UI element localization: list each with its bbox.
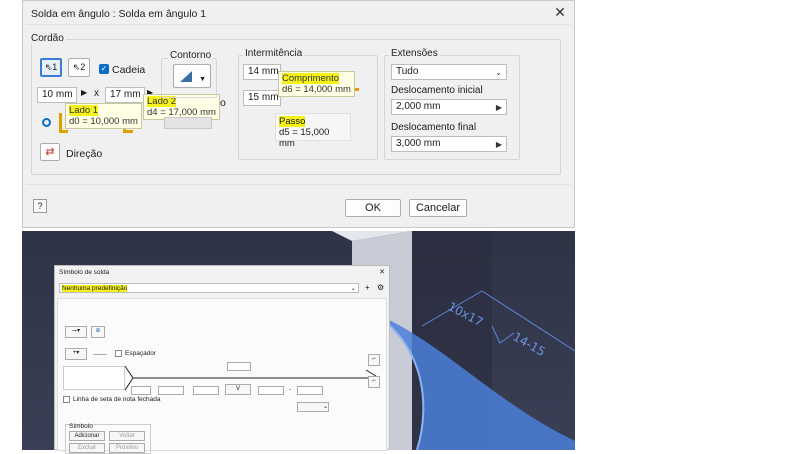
chevron-down-icon: ▼ xyxy=(199,76,206,83)
ok-button[interactable]: OK xyxy=(345,199,401,217)
start-offset-input[interactable]: 2,000 mm ▶ xyxy=(391,99,507,115)
close-icon[interactable]: ✕ xyxy=(552,3,568,21)
symbol-group-label: Símbolo xyxy=(69,423,93,430)
contour-dropdown[interactable]: ▼ xyxy=(173,64,211,88)
arrow-right-icon[interactable]: ▶ xyxy=(496,138,502,152)
annotation-interval: 14-15 xyxy=(511,329,548,359)
tooltip-comprimento-value: d6 = 14,000 mm xyxy=(282,84,351,95)
direction-label: Direção xyxy=(66,148,103,160)
divider-line xyxy=(93,354,107,355)
dash-label: - xyxy=(289,386,292,393)
symbol-dialog-title: Símbolo de solda xyxy=(59,269,110,276)
tail-button-lower[interactable]: ⌐ xyxy=(368,376,380,388)
passo-box: Passo d5 = 15,000 mm xyxy=(275,113,351,149)
start-offset-label: Deslocamento inicial xyxy=(391,85,483,96)
cordao-label: Cordão xyxy=(29,33,66,44)
symbol-button[interactable]: V xyxy=(225,384,251,395)
note-box[interactable] xyxy=(63,366,125,390)
help-icon[interactable]: ? xyxy=(33,199,47,213)
hidden-button[interactable] xyxy=(164,117,212,129)
add-button[interactable]: Adicionar xyxy=(69,431,105,441)
weld-symbol-dialog: Símbolo de solda ✕ Nenhuma predefinição … xyxy=(54,265,390,454)
arrow-line-checkbox[interactable] xyxy=(63,396,70,403)
pitch-input[interactable]: 15 mm xyxy=(243,90,281,106)
size-x-label: x xyxy=(94,88,99,99)
select-side1-button[interactable]: ⇖1 xyxy=(40,58,62,77)
length-input[interactable]: 14 mm xyxy=(243,64,281,80)
chevron-down-icon: ⌄ xyxy=(495,68,502,77)
spacer-checkbox[interactable] xyxy=(115,350,122,357)
extensoes-label: Extensões xyxy=(389,48,440,59)
tooltip-lado1-value: d0 = 10,000 mm xyxy=(69,116,138,127)
next-button[interactable]: Próximo xyxy=(109,443,145,453)
finish-dropdown[interactable]: ⌄ xyxy=(297,402,329,412)
arrow-type-button[interactable]: ⇁▾ xyxy=(65,326,87,338)
end-offset-label: Deslocamento final xyxy=(391,122,477,133)
chevron-down-icon: ⌄ xyxy=(350,285,356,292)
arrow-side-button[interactable]: ⊕ xyxy=(91,326,105,338)
preset-value: Nenhuma predefinição xyxy=(62,285,128,292)
side1-arrow-icon[interactable]: ▶ xyxy=(81,88,87,97)
pitch-field[interactable] xyxy=(258,386,284,395)
upper-weld-field[interactable] xyxy=(227,362,251,371)
cancel-button[interactable]: Cancelar xyxy=(409,199,467,217)
back-button[interactable]: Voltar xyxy=(109,431,145,441)
add-preset-icon[interactable]: + xyxy=(365,283,370,292)
tooltip-comprimento-title: Comprimento xyxy=(282,73,340,84)
contour-shape-icon xyxy=(180,71,192,82)
extra-field[interactable] xyxy=(297,386,323,395)
tail-button[interactable]: ⌐ xyxy=(368,354,380,366)
tooltip-lado1: Lado 1 d0 = 10,000 mm xyxy=(65,103,142,129)
preset-select[interactable]: Nenhuma predefinição ⌄ xyxy=(59,283,359,293)
side-radio[interactable] xyxy=(42,118,51,127)
side2-size-input[interactable]: 17 mm xyxy=(105,87,145,103)
flip-direction-icon: ⇄ xyxy=(45,146,55,158)
tooltip-passo-title: Passo xyxy=(279,116,306,127)
weld-type-button[interactable]: +▾ xyxy=(65,348,87,360)
intermitencia-label: Intermitência xyxy=(243,48,305,59)
arrow-right-icon[interactable]: ▶ xyxy=(496,101,502,115)
tooltip-lado1-title: Lado 1 xyxy=(69,105,99,116)
dialog-title: Solda em ângulo : Solda em ângulo 1 xyxy=(31,8,207,20)
select-side2-button[interactable]: ⇖2 xyxy=(68,58,90,77)
tooltip-comprimento: Comprimento d6 = 14,000 mm xyxy=(278,71,355,97)
close-icon[interactable]: ✕ xyxy=(379,268,385,276)
end-offset-input[interactable]: 3,000 mm ▶ xyxy=(391,136,507,152)
chain-checkbox[interactable]: ✓ xyxy=(99,64,109,74)
spacer-label: Espaçador xyxy=(125,350,157,357)
fillet-weld-dialog: Solda em ângulo : Solda em ângulo 1 ✕ Co… xyxy=(22,0,575,228)
gear-icon[interactable]: ⚙ xyxy=(377,283,384,292)
chain-label: Cadeia xyxy=(112,64,146,76)
length-field[interactable] xyxy=(193,386,219,395)
arrow-line-label: Linha de seta de nota fechada xyxy=(73,396,161,403)
prefix-field[interactable] xyxy=(131,386,151,395)
hidden-label-o: o xyxy=(220,97,226,109)
delete-button[interactable]: Excluir xyxy=(69,443,105,453)
extent-select[interactable]: Tudo ⌄ xyxy=(391,64,507,80)
direction-button[interactable]: ⇄ xyxy=(40,143,60,161)
size-field[interactable] xyxy=(158,386,184,395)
contorno-label: Contorno xyxy=(168,50,214,61)
side1-size-input[interactable]: 10 mm xyxy=(37,87,77,103)
